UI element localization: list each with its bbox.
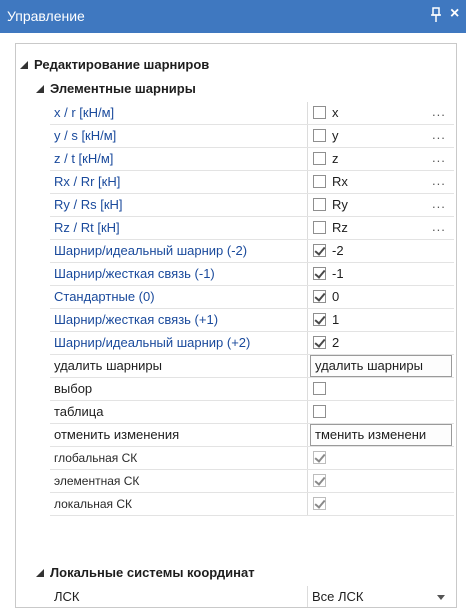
check-icon: [314, 290, 326, 302]
check-icon: [314, 497, 326, 509]
collapse-arrow-icon[interactable]: [20, 61, 28, 69]
ellipsis-button[interactable]: ...: [432, 171, 446, 191]
chevron-down-icon[interactable]: [437, 595, 445, 600]
property-row: x / r [кН/м] x...: [50, 102, 454, 125]
check-icon: [314, 336, 326, 348]
property-row-undo: отменить изменения тменить изменени: [50, 424, 454, 447]
pin-icon[interactable]: [428, 6, 444, 24]
property-row: Шарнир/жесткая связь (-1) -1: [50, 263, 454, 286]
checkbox[interactable]: [313, 290, 326, 303]
property-row: Rz / Rt [кН] Rz...: [50, 217, 454, 240]
properties-panel: Редактирование шарниров Элементные шарни…: [15, 43, 457, 608]
checkbox[interactable]: [313, 198, 326, 211]
property-row: Шарнир/идеальный шарнир (-2) -2: [50, 240, 454, 263]
property-row-selection: выбор: [50, 378, 454, 401]
checkbox[interactable]: [313, 129, 326, 142]
checkbox[interactable]: [313, 267, 326, 280]
element-cs-checkbox[interactable]: [313, 474, 326, 487]
checkbox[interactable]: [313, 106, 326, 119]
property-row: Стандартные (0) 0: [50, 286, 454, 309]
ellipsis-button[interactable]: ...: [432, 148, 446, 168]
property-row-local-cs: локальная СК: [50, 493, 454, 516]
check-icon: [314, 244, 326, 256]
selection-checkbox[interactable]: [313, 382, 326, 395]
checkbox[interactable]: [313, 221, 326, 234]
property-row-element-cs: элементная СК: [50, 470, 454, 493]
property-row-table: таблица: [50, 401, 454, 424]
panel-title-bar: Управление ×: [0, 0, 466, 33]
property-row: y / s [кН/м] y...: [50, 125, 454, 148]
section-local-cs[interactable]: Локальные системы координат: [16, 562, 456, 585]
ellipsis-button[interactable]: ...: [432, 102, 446, 122]
checkbox[interactable]: [313, 313, 326, 326]
delete-hinges-button[interactable]: удалить шарниры: [310, 355, 452, 377]
checkbox[interactable]: [313, 244, 326, 257]
checkbox[interactable]: [313, 175, 326, 188]
checkbox[interactable]: [313, 152, 326, 165]
panel-title: Управление: [7, 8, 85, 24]
section-element-hinges[interactable]: Элементные шарниры: [16, 78, 456, 101]
collapse-arrow-icon[interactable]: [36, 85, 44, 93]
close-icon[interactable]: ×: [450, 5, 459, 23]
ellipsis-button[interactable]: ...: [432, 194, 446, 214]
ellipsis-button[interactable]: ...: [432, 125, 446, 145]
check-icon: [314, 451, 326, 463]
global-cs-checkbox[interactable]: [313, 451, 326, 464]
check-icon: [314, 313, 326, 325]
ellipsis-button[interactable]: ...: [432, 217, 446, 237]
property-row: Шарнир/идеальный шарнир (+2) 2: [50, 332, 454, 355]
property-row-global-cs: глобальная СК: [50, 447, 454, 470]
section-hinge-edit[interactable]: Редактирование шарниров: [16, 54, 456, 77]
check-icon: [314, 474, 326, 486]
undo-changes-button[interactable]: тменить изменени: [310, 424, 452, 446]
check-icon: [314, 267, 326, 279]
collapse-arrow-icon[interactable]: [36, 569, 44, 577]
property-row: Шарнир/жесткая связь (+1) 1: [50, 309, 454, 332]
checkbox[interactable]: [313, 336, 326, 349]
property-row: Rx / Rr [кН] Rx...: [50, 171, 454, 194]
property-row-delete: удалить шарниры удалить шарниры: [50, 355, 454, 378]
property-row: Ry / Rs [кН] Ry...: [50, 194, 454, 217]
local-cs-checkbox[interactable]: [313, 497, 326, 510]
property-row: z / t [кН/м] z...: [50, 148, 454, 171]
property-grid: x / r [кН/м] x... y / s [кН/м] y... z / …: [50, 102, 454, 516]
table-checkbox[interactable]: [313, 405, 326, 418]
